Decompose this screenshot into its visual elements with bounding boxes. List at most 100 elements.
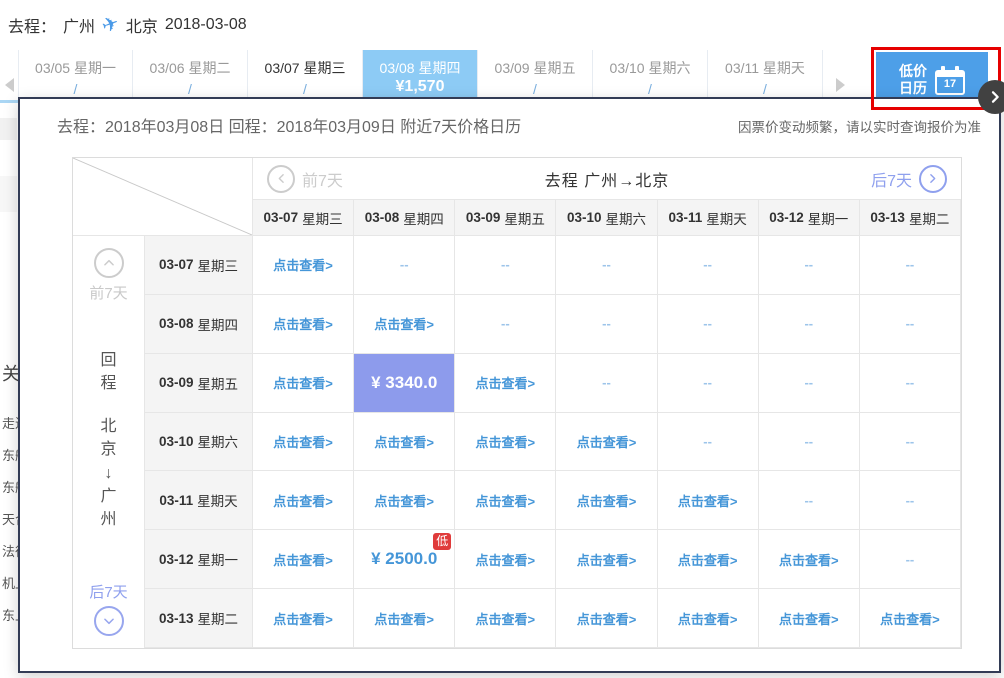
- return-route-label: 回程 北京↓广州: [100, 303, 116, 577]
- no-flight-dash: --: [400, 257, 409, 272]
- view-link-text[interactable]: 点击查看>: [273, 373, 333, 392]
- calendar-cell-view-link[interactable]: 点击查看>: [455, 413, 556, 472]
- next-arrow-button[interactable]: [978, 80, 1004, 114]
- view-link-text[interactable]: 点击查看>: [273, 609, 333, 628]
- calendar-cell-view-link[interactable]: 点击查看>: [354, 295, 455, 354]
- side-next-7days-label: 后7天: [89, 581, 127, 602]
- view-link-text[interactable]: 点击查看>: [476, 491, 536, 510]
- date-tab-slash: /: [19, 81, 132, 97]
- price-calendar-table: 前7天 去程 广州→北京 后7天 前7天 回程 北京↓广州 后7天: [72, 157, 962, 649]
- calendar-cell: --: [455, 236, 556, 295]
- calendar-cell-view-link[interactable]: 点击查看>: [658, 530, 759, 589]
- view-link-text[interactable]: 点击查看>: [476, 609, 536, 628]
- date-tab-label: 03/05 星期一: [19, 58, 132, 78]
- low-price-cell[interactable]: ¥ 2500.0低: [354, 530, 455, 589]
- calendar-cell-view-link[interactable]: 点击查看>: [556, 471, 657, 530]
- chevron-up-icon[interactable]: [94, 248, 124, 278]
- calendar-cell-view-link[interactable]: 点击查看>: [253, 295, 354, 354]
- calendar-cell-view-link[interactable]: 点击查看>: [253, 413, 354, 472]
- view-link-text[interactable]: 点击查看>: [678, 550, 738, 569]
- row-header: 03-11星期天: [145, 471, 253, 530]
- calendar-cell-view-link[interactable]: 点击查看>: [658, 589, 759, 648]
- selected-price-cell[interactable]: ¥ 3340.0: [354, 354, 455, 413]
- view-link-text[interactable]: 点击查看>: [577, 491, 637, 510]
- view-link-text[interactable]: 点击查看>: [476, 432, 536, 451]
- date-tab-price: ¥1,570: [363, 78, 477, 96]
- date-tab-label: 03/07 星期三: [248, 58, 362, 78]
- calendar-cell-view-link[interactable]: 点击查看>: [759, 589, 860, 648]
- view-link-text[interactable]: 点击查看>: [273, 550, 333, 569]
- calendar-cell-view-link[interactable]: 点击查看>: [253, 354, 354, 413]
- view-link-text[interactable]: 点击查看>: [779, 609, 839, 628]
- view-link-text[interactable]: 点击查看>: [476, 373, 536, 392]
- calendar-cell-view-link[interactable]: 点击查看>: [556, 589, 657, 648]
- date-tab-03/05[interactable]: 03/05 星期一 /: [18, 50, 133, 100]
- low-price-text: ¥ 2500.0低: [371, 549, 437, 569]
- view-link-text[interactable]: 点击查看>: [374, 491, 434, 510]
- no-flight-dash: --: [602, 375, 611, 390]
- calendar-cell-view-link[interactable]: 点击查看>: [759, 530, 860, 589]
- tabstrip-scroll-right-icon[interactable]: [836, 78, 845, 92]
- calendar-cell-view-link[interactable]: 点击查看>: [658, 471, 759, 530]
- calendar-cell-view-link[interactable]: 点击查看>: [455, 471, 556, 530]
- row-header: 03-07星期三: [145, 236, 253, 295]
- view-link-text[interactable]: 点击查看>: [577, 432, 637, 451]
- calendar-cell-view-link[interactable]: 点击查看>: [455, 589, 556, 648]
- view-link-text[interactable]: 点击查看>: [273, 432, 333, 451]
- no-flight-dash: --: [906, 552, 915, 567]
- low-badge: 低: [433, 533, 451, 549]
- return-route-text: 北京↓广州: [100, 415, 116, 531]
- view-link-text[interactable]: 点击查看>: [374, 609, 434, 628]
- calendar-cell-view-link[interactable]: 点击查看>: [354, 413, 455, 472]
- column-header: 03-10星期六: [556, 200, 657, 236]
- background-block: [0, 176, 17, 212]
- view-link-text[interactable]: 点击查看>: [678, 491, 738, 510]
- no-flight-dash: --: [906, 434, 915, 449]
- calendar-cell: --: [759, 413, 860, 472]
- calendar-cell-view-link[interactable]: 点击查看>: [860, 589, 961, 648]
- calendar-cell-view-link[interactable]: 点击查看>: [354, 471, 455, 530]
- plane-icon: ✈: [98, 10, 122, 39]
- view-link-text[interactable]: 点击查看>: [577, 609, 637, 628]
- calendar-cell: --: [860, 295, 961, 354]
- calendar-cell-view-link[interactable]: 点击查看>: [556, 530, 657, 589]
- view-link-text[interactable]: 点击查看>: [880, 609, 940, 628]
- view-link-text[interactable]: 点击查看>: [779, 550, 839, 569]
- calendar-cell-view-link[interactable]: 点击查看>: [455, 354, 556, 413]
- date-tab-03/06[interactable]: 03/06 星期二/: [133, 50, 248, 100]
- calendar-cell: --: [860, 413, 961, 472]
- chevron-down-icon[interactable]: [94, 606, 124, 636]
- row-header: 03-13星期二: [145, 589, 253, 648]
- background-block: [0, 118, 17, 140]
- view-link-text[interactable]: 点击查看>: [577, 550, 637, 569]
- view-link-text[interactable]: 点击查看>: [273, 491, 333, 510]
- calendar-cell-view-link[interactable]: 点击查看>: [354, 589, 455, 648]
- calendar-cell-view-link[interactable]: 点击查看>: [253, 530, 354, 589]
- view-link-text[interactable]: 点击查看>: [273, 314, 333, 333]
- view-link-text[interactable]: 点击查看>: [273, 255, 333, 274]
- no-flight-dash: --: [602, 257, 611, 272]
- column-header: 03-13星期二: [860, 200, 961, 236]
- date-tab-03/11[interactable]: 03/11 星期天/: [708, 50, 823, 100]
- calendar-cell-view-link[interactable]: 点击查看>: [253, 236, 354, 295]
- no-flight-dash: --: [602, 316, 611, 331]
- tabstrip-scroll-left-icon[interactable]: [5, 78, 14, 92]
- calendar-cell-view-link[interactable]: 点击查看>: [556, 413, 657, 472]
- calendar-cell: --: [860, 530, 961, 589]
- date-tab-03/10[interactable]: 03/10 星期六/: [593, 50, 708, 100]
- calendar-cell-view-link[interactable]: 点击查看>: [455, 530, 556, 589]
- view-link-text[interactable]: 点击查看>: [374, 432, 434, 451]
- date-tab-03/09[interactable]: 03/09 星期五/: [478, 50, 593, 100]
- prev-7days-button[interactable]: 前7天: [267, 165, 343, 193]
- date-tab-03/07[interactable]: 03/07 星期三/: [248, 50, 363, 100]
- calendar-icon: 17: [935, 70, 965, 95]
- view-link-text[interactable]: 点击查看>: [678, 609, 738, 628]
- calendar-cell-view-link[interactable]: 点击查看>: [253, 589, 354, 648]
- next-7days-button[interactable]: 后7天: [871, 165, 947, 193]
- calendar-cell: --: [759, 236, 860, 295]
- date-tab-03/08[interactable]: 03/08 星期四¥1,570: [363, 50, 478, 100]
- view-link-text[interactable]: 点击查看>: [476, 550, 536, 569]
- column-header: 03-11星期天: [658, 200, 759, 236]
- calendar-cell-view-link[interactable]: 点击查看>: [253, 471, 354, 530]
- view-link-text[interactable]: 点击查看>: [374, 314, 434, 333]
